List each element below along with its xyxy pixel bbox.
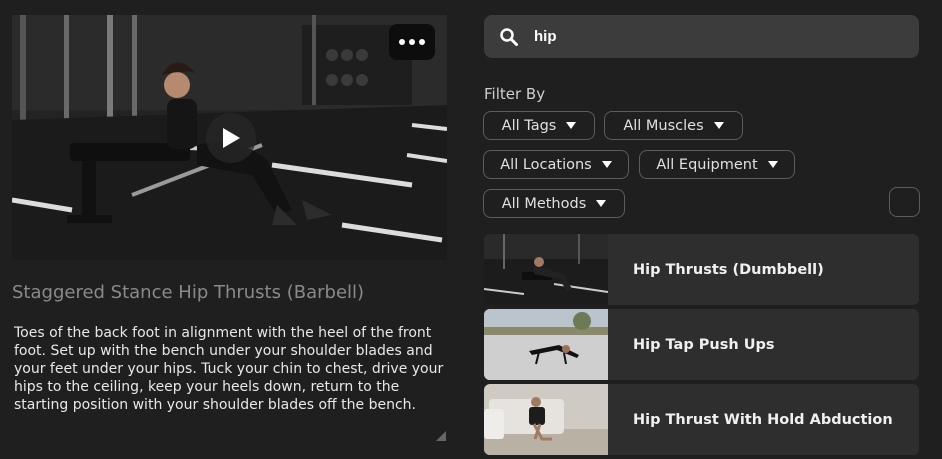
search-icon (484, 27, 534, 46)
caret-down-icon (596, 200, 607, 207)
caret-down-icon (767, 161, 778, 168)
search-bar[interactable] (484, 15, 919, 58)
caret-down-icon (713, 122, 724, 129)
filter-equipment-label: All Equipment (656, 156, 758, 173)
result-item[interactable]: Hip Thrusts (Dumbbell) (484, 234, 919, 305)
filter-locations-label: All Locations (500, 156, 592, 173)
ellipsis-dot (419, 39, 425, 45)
result-item[interactable]: Hip Thrust With Hold Abduction (484, 384, 919, 455)
filter-methods-label: All Methods (501, 195, 587, 212)
ellipsis-dot (409, 39, 415, 45)
caret-down-icon (601, 161, 612, 168)
select-checkbox[interactable] (889, 187, 920, 217)
filter-muscles-dropdown[interactable]: All Muscles (604, 111, 743, 140)
more-options-button[interactable] (389, 24, 435, 60)
exercise-title: Staggered Stance Hip Thrusts (Barbell) (12, 282, 365, 303)
play-icon (223, 128, 240, 148)
result-thumbnail (484, 384, 608, 455)
exercise-video-player[interactable] (12, 15, 447, 260)
result-title: Hip Thrust With Hold Abduction (633, 411, 893, 428)
caret-down-icon (566, 122, 577, 129)
result-item[interactable]: Hip Tap Push Ups (484, 309, 919, 380)
filter-equipment-dropdown[interactable]: All Equipment (639, 150, 795, 179)
filter-tags-dropdown[interactable]: All Tags (483, 111, 595, 140)
filter-muscles-label: All Muscles (623, 117, 704, 134)
exercise-description[interactable]: Toes of the back foot in alignment with … (12, 322, 447, 442)
result-title: Hip Tap Push Ups (633, 336, 775, 353)
filter-by-label: Filter By (484, 85, 546, 103)
result-thumbnail (484, 309, 608, 380)
ellipsis-icon (399, 39, 405, 45)
textarea-resize-handle[interactable] (436, 431, 446, 441)
filter-locations-dropdown[interactable]: All Locations (483, 150, 629, 179)
filter-tags-label: All Tags (501, 117, 557, 134)
search-input[interactable] (534, 28, 884, 45)
filter-methods-dropdown[interactable]: All Methods (483, 189, 625, 218)
result-thumbnail (484, 234, 608, 305)
result-title: Hip Thrusts (Dumbbell) (633, 261, 824, 278)
play-button[interactable] (206, 113, 256, 163)
